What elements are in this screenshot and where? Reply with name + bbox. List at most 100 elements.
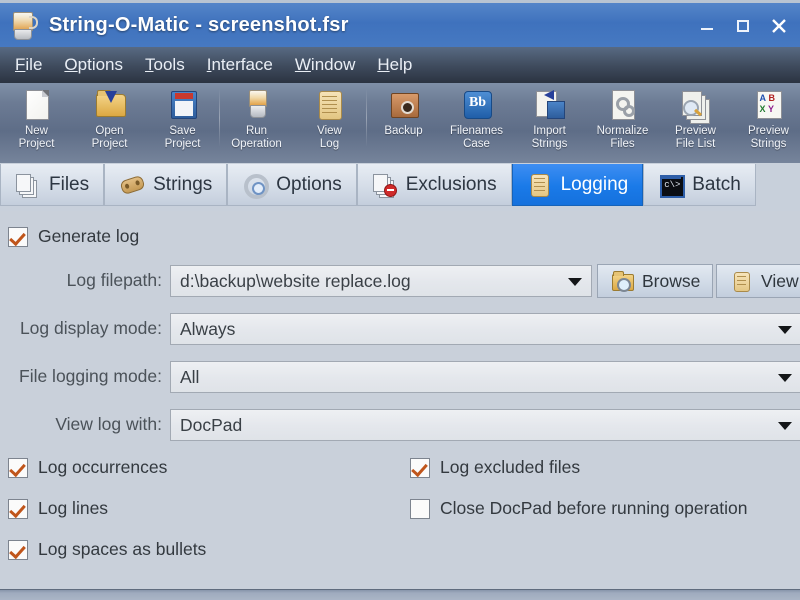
tab-label: Batch bbox=[692, 173, 741, 195]
close-docpad-row[interactable]: Close DocPad before running operation bbox=[410, 498, 747, 519]
view-button[interactable]: View bbox=[716, 264, 800, 298]
window-title: String-O-Matic - screenshot.fsr bbox=[49, 13, 349, 36]
app-blender-icon bbox=[5, 8, 39, 42]
generate-log-row[interactable]: Generate log bbox=[8, 226, 139, 247]
log-filepath-label: Log filepath: bbox=[66, 270, 162, 290]
menu-label: elp bbox=[389, 55, 413, 74]
tab-files[interactable]: Files bbox=[0, 164, 105, 206]
maximize-icon[interactable] bbox=[726, 11, 760, 41]
safe-icon bbox=[387, 88, 421, 122]
chevron-down-icon[interactable] bbox=[778, 422, 792, 430]
menu-bar: File Options Tools Interface Window Help bbox=[0, 47, 800, 83]
log-display-mode-label-wrap: Log display mode: bbox=[0, 318, 162, 339]
preview-strings-icon: A BX Y bbox=[752, 88, 786, 122]
toolbar-button-new-project[interactable]: New Project bbox=[0, 83, 73, 163]
toolbar-button-backup[interactable]: Backup bbox=[367, 83, 440, 163]
browse-button[interactable]: Browse bbox=[597, 264, 713, 298]
log-display-mode-value: Always bbox=[180, 318, 236, 339]
close-docpad-checkbox[interactable] bbox=[410, 498, 430, 519]
strings-icon bbox=[119, 172, 146, 197]
log-occurrences-checkbox[interactable] bbox=[8, 457, 28, 478]
new-document-icon bbox=[20, 88, 54, 122]
toolbar-button-preview-file-list[interactable]: Preview File List bbox=[659, 83, 732, 163]
blender-icon bbox=[240, 88, 274, 122]
preview-files-icon bbox=[679, 88, 713, 122]
tab-batch[interactable]: Batch bbox=[643, 164, 756, 206]
menu-label: ptions bbox=[77, 55, 124, 74]
close-icon[interactable] bbox=[762, 11, 796, 41]
browse-button-label: Browse bbox=[642, 270, 701, 291]
tab-strings[interactable]: Strings bbox=[104, 164, 228, 206]
gears-document-icon bbox=[606, 88, 640, 122]
view-log-with-label-wrap: View log with: bbox=[0, 414, 162, 435]
menu-mnemonic: F bbox=[15, 55, 26, 74]
window-bottom-edge bbox=[0, 589, 800, 600]
toolbar-button-open-project[interactable]: Open Project bbox=[73, 83, 146, 163]
toolbar-button-filenames-case[interactable]: Filenames Case bbox=[440, 83, 513, 163]
menu-label: ile bbox=[25, 55, 43, 74]
close-docpad-label: Close DocPad before running operation bbox=[440, 498, 748, 518]
import-strings-icon bbox=[533, 88, 567, 122]
exclusions-icon bbox=[372, 172, 397, 197]
chevron-down-icon[interactable] bbox=[778, 326, 792, 334]
log-filepath-label-wrap: Log filepath: bbox=[0, 270, 162, 291]
view-log-with-combobox[interactable]: DocPad bbox=[170, 409, 800, 441]
log-occurrences-row[interactable]: Log occurrences bbox=[8, 457, 167, 478]
scroll-icon bbox=[731, 271, 753, 292]
log-excluded-files-row[interactable]: Log excluded files bbox=[410, 457, 580, 478]
folder-search-icon bbox=[612, 271, 634, 292]
log-filepath-combobox[interactable]: d:\backup\website replace.log bbox=[170, 265, 592, 297]
console-icon bbox=[658, 172, 686, 198]
generate-log-label: Generate log bbox=[38, 226, 140, 246]
tab-label: Files bbox=[49, 173, 90, 195]
log-lines-row[interactable]: Log lines bbox=[8, 498, 108, 519]
tab-options[interactable]: Options bbox=[227, 164, 357, 206]
chevron-down-icon[interactable] bbox=[778, 374, 792, 382]
log-display-mode-combobox[interactable]: Always bbox=[170, 313, 800, 345]
log-excluded-files-checkbox[interactable] bbox=[410, 457, 430, 478]
toolbar-label: Preview Strings bbox=[748, 125, 789, 150]
toolbar-button-import-strings[interactable]: Import Strings bbox=[513, 83, 586, 163]
toolbar-button-preview-strings[interactable]: A BX Y Preview Strings bbox=[732, 83, 800, 163]
toolbar-button-save-project[interactable]: Save Project bbox=[146, 83, 219, 163]
view-button-label: View bbox=[761, 270, 799, 291]
chevron-down-icon[interactable] bbox=[568, 278, 582, 286]
menu-item-tools[interactable]: Tools bbox=[134, 52, 196, 78]
toolbar-label: Save Project bbox=[164, 125, 201, 150]
tab-logging[interactable]: Logging bbox=[511, 164, 644, 206]
window-controls bbox=[690, 11, 796, 41]
tab-exclusions[interactable]: Exclusions bbox=[356, 164, 512, 206]
menu-item-options[interactable]: Options bbox=[53, 52, 134, 78]
log-display-mode-label: Log display mode: bbox=[19, 318, 162, 338]
tab-bar: Files Strings Options Exclusions Logging… bbox=[0, 163, 800, 211]
menu-mnemonic: T bbox=[145, 55, 154, 74]
log-spaces-as-bullets-checkbox[interactable] bbox=[8, 539, 28, 560]
scroll-icon bbox=[313, 88, 347, 122]
menu-item-window[interactable]: Window bbox=[284, 52, 366, 78]
toolbar-label: New Project bbox=[18, 125, 55, 150]
scroll-icon bbox=[527, 172, 552, 197]
toolbar-label: Run Operation bbox=[231, 125, 282, 150]
menu-item-help[interactable]: Help bbox=[366, 52, 423, 78]
logging-panel: Generate log Log filepath: d:\backup\web… bbox=[0, 211, 800, 589]
toolbar-button-view-log[interactable]: View Log bbox=[293, 83, 366, 163]
toolbar-button-run-operation[interactable]: Run Operation bbox=[220, 83, 293, 163]
minimize-icon[interactable] bbox=[690, 11, 724, 41]
floppy-disk-icon bbox=[166, 88, 200, 122]
menu-label: nterface bbox=[211, 55, 273, 74]
menu-mnemonic: O bbox=[64, 55, 78, 74]
tab-label: Logging bbox=[560, 173, 629, 195]
toolbar-button-normalize-files[interactable]: Normalize Files bbox=[586, 83, 659, 163]
toolbar-label: View Log bbox=[317, 125, 342, 150]
menu-item-file[interactable]: File bbox=[4, 52, 53, 78]
generate-log-checkbox[interactable] bbox=[8, 226, 28, 247]
log-spaces-as-bullets-row[interactable]: Log spaces as bullets bbox=[8, 539, 206, 560]
title-bar: String-O-Matic - screenshot.fsr bbox=[0, 0, 800, 47]
file-logging-mode-combobox[interactable]: All bbox=[170, 361, 800, 393]
menu-mnemonic: W bbox=[294, 55, 311, 74]
files-icon bbox=[15, 172, 40, 197]
log-lines-checkbox[interactable] bbox=[8, 498, 28, 519]
menu-item-interface[interactable]: Interface bbox=[196, 52, 284, 78]
log-lines-label: Log lines bbox=[38, 498, 109, 518]
toolbar-label: Import Strings bbox=[531, 125, 568, 150]
